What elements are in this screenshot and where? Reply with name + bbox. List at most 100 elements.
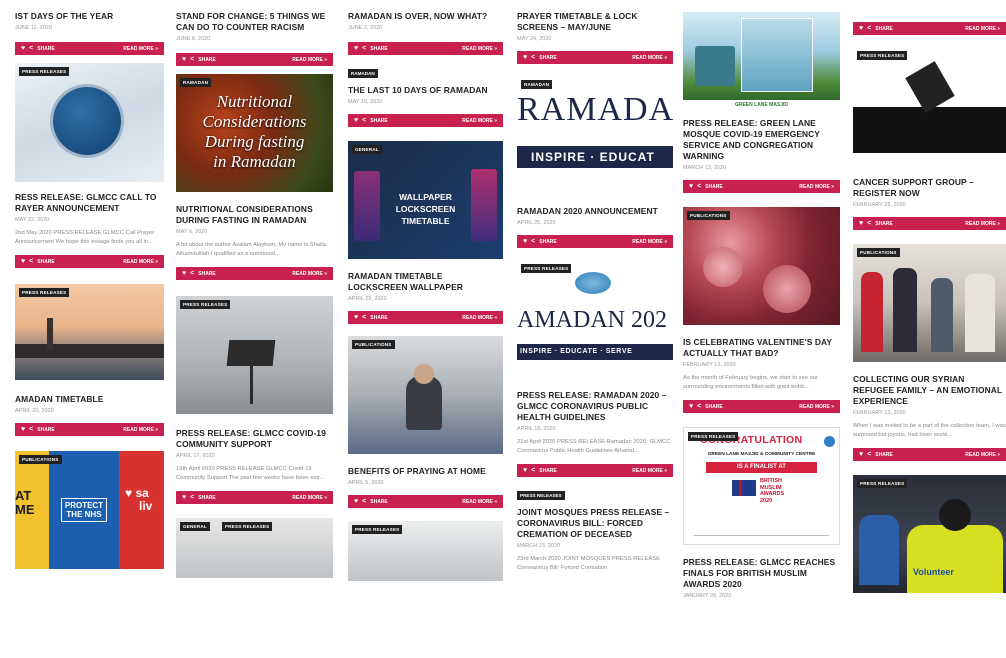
share-icon[interactable]: < bbox=[697, 183, 701, 190]
post-thumbnail[interactable]: RAMADAN RAMADA INSPIRE · EDUCAT bbox=[517, 76, 673, 194]
heart-icon[interactable]: ♥ bbox=[182, 56, 186, 63]
share-button[interactable]: SHARE bbox=[875, 26, 893, 32]
post-title[interactable]: THE LAST 10 DAYS OF RAMADAN bbox=[348, 85, 503, 96]
share-button[interactable]: SHARE bbox=[875, 221, 893, 227]
share-button[interactable]: SHARE bbox=[37, 259, 55, 265]
post-title[interactable]: STAND FOR CHANGE: 5 THINGS WE CAN DO TO … bbox=[176, 11, 333, 33]
post-title[interactable]: RAMADAN TIMETABLE LOCKSCREEN WALLPAPER bbox=[348, 271, 503, 293]
post-thumbnail[interactable]: PUBLICATIONS bbox=[683, 207, 840, 325]
heart-icon[interactable]: ♥ bbox=[354, 498, 358, 505]
category-badge[interactable]: PUBLICATIONS bbox=[19, 455, 62, 464]
share-button[interactable]: SHARE bbox=[705, 184, 723, 190]
heart-icon[interactable]: ♥ bbox=[21, 45, 25, 52]
post-title[interactable]: PRESS RELEASE: GLMCC REACHES FINALS FOR … bbox=[683, 557, 840, 590]
share-button[interactable]: SHARE bbox=[198, 495, 216, 501]
post-thumbnail[interactable]: GENERAL PRESS RELEASES bbox=[176, 518, 333, 578]
read-more-link[interactable]: READ MORE » bbox=[462, 315, 497, 321]
post-title[interactable]: IST DAYS OF THE YEAR bbox=[15, 11, 164, 22]
category-badge[interactable]: RAMADAN bbox=[521, 80, 553, 89]
share-icon[interactable]: < bbox=[697, 403, 701, 410]
post-thumbnail[interactable]: GENERAL WALLPAPER LOCKSCREEN TIMETABLE bbox=[348, 141, 503, 259]
category-badge[interactable]: PRESS RELEASES bbox=[517, 491, 565, 500]
post-thumbnail[interactable]: PRESS RELEASES bbox=[176, 296, 333, 414]
share-button[interactable]: SHARE bbox=[370, 46, 388, 52]
heart-icon[interactable]: ♥ bbox=[859, 220, 863, 227]
heart-icon[interactable]: ♥ bbox=[523, 467, 527, 474]
post-title[interactable]: IS CELEBRATING VALENTINE'S DAY ACTUALLY … bbox=[683, 337, 840, 359]
share-icon[interactable]: < bbox=[867, 220, 871, 227]
post-title[interactable]: PRESS RELEASE: RAMADAN 2020 – GLMCC CORO… bbox=[517, 390, 673, 423]
share-icon[interactable]: < bbox=[190, 56, 194, 63]
share-icon[interactable]: < bbox=[531, 54, 535, 61]
share-button[interactable]: SHARE bbox=[198, 57, 216, 63]
read-more-link[interactable]: READ MORE » bbox=[632, 468, 667, 474]
post-thumbnail[interactable] bbox=[683, 12, 840, 100]
share-button[interactable]: SHARE bbox=[875, 452, 893, 458]
post-thumbnail[interactable]: PRESS RELEASES AMADAN 202 INSPIRE · EDUC… bbox=[517, 260, 673, 378]
post-title[interactable]: BENEFITS OF PRAYING AT HOME bbox=[348, 466, 503, 477]
read-more-link[interactable]: READ MORE » bbox=[632, 55, 667, 61]
share-icon[interactable]: < bbox=[867, 25, 871, 32]
share-icon[interactable]: < bbox=[362, 498, 366, 505]
share-icon[interactable]: < bbox=[362, 117, 366, 124]
post-thumbnail[interactable]: PRESS RELEASES bbox=[348, 521, 503, 581]
read-more-link[interactable]: READ MORE » bbox=[292, 495, 327, 501]
read-more-link[interactable]: READ MORE » bbox=[965, 221, 1000, 227]
category-badge[interactable]: RAMADAN bbox=[180, 78, 212, 87]
post-title[interactable]: CANCER SUPPORT GROUP – REGISTER NOW bbox=[853, 177, 1006, 199]
post-thumbnail[interactable]: RAMADAN Nutritional Considerations Durin… bbox=[176, 74, 333, 192]
heart-icon[interactable]: ♥ bbox=[523, 238, 527, 245]
read-more-link[interactable]: READ MORE » bbox=[123, 46, 158, 52]
post-thumbnail[interactable]: PRESS RELEASES CONGRATULATION GREEN LANE… bbox=[683, 427, 840, 545]
share-button[interactable]: SHARE bbox=[539, 239, 557, 245]
category-badge[interactable]: PRESS RELEASES bbox=[857, 51, 908, 60]
category-badge[interactable]: PUBLICATIONS bbox=[352, 340, 395, 349]
read-more-link[interactable]: READ MORE » bbox=[123, 427, 158, 433]
share-icon[interactable]: < bbox=[531, 238, 535, 245]
read-more-link[interactable]: READ MORE » bbox=[799, 184, 834, 190]
read-more-link[interactable]: READ MORE » bbox=[965, 452, 1000, 458]
heart-icon[interactable]: ♥ bbox=[354, 45, 358, 52]
heart-icon[interactable]: ♥ bbox=[21, 426, 25, 433]
read-more-link[interactable]: READ MORE » bbox=[292, 271, 327, 277]
heart-icon[interactable]: ♥ bbox=[21, 258, 25, 265]
share-button[interactable]: SHARE bbox=[370, 118, 388, 124]
read-more-link[interactable]: READ MORE » bbox=[462, 46, 497, 52]
post-title[interactable]: PRAYER TIMETABLE & LOCK SCREENS – MAY/JU… bbox=[517, 11, 673, 33]
share-button[interactable]: SHARE bbox=[37, 427, 55, 433]
share-icon[interactable]: < bbox=[362, 45, 366, 52]
read-more-link[interactable]: READ MORE » bbox=[632, 239, 667, 245]
category-badge[interactable]: GENERAL bbox=[352, 145, 382, 154]
read-more-link[interactable]: READ MORE » bbox=[462, 499, 497, 505]
read-more-link[interactable]: READ MORE » bbox=[965, 26, 1000, 32]
post-thumbnail[interactable]: PRESS RELEASES bbox=[15, 63, 164, 182]
post-thumbnail[interactable]: PRESS RELEASES bbox=[15, 284, 164, 380]
category-badge[interactable]: PRESS RELEASES bbox=[222, 522, 273, 531]
category-badge[interactable]: GENERAL bbox=[180, 522, 210, 531]
post-thumbnail[interactable]: PUBLICATIONS bbox=[853, 244, 1006, 362]
heart-icon[interactable]: ♥ bbox=[859, 451, 863, 458]
share-icon[interactable]: < bbox=[531, 467, 535, 474]
heart-icon[interactable]: ♥ bbox=[689, 183, 693, 190]
heart-icon[interactable]: ♥ bbox=[182, 494, 186, 501]
share-button[interactable]: SHARE bbox=[539, 55, 557, 61]
share-icon[interactable]: < bbox=[867, 451, 871, 458]
category-badge[interactable]: RAMADAN bbox=[348, 69, 378, 78]
heart-icon[interactable]: ♥ bbox=[354, 117, 358, 124]
post-title[interactable]: PRESS RELEASE: GLMCC COVID-19 COMMUNITY … bbox=[176, 428, 333, 450]
share-icon[interactable]: < bbox=[190, 494, 194, 501]
heart-icon[interactable]: ♥ bbox=[182, 270, 186, 277]
post-title[interactable]: RAMADAN IS OVER, NOW WHAT? bbox=[348, 11, 503, 22]
category-badge[interactable]: PRESS RELEASES bbox=[688, 432, 739, 441]
category-badge[interactable]: PRESS RELEASES bbox=[19, 67, 70, 76]
share-button[interactable]: SHARE bbox=[198, 271, 216, 277]
read-more-link[interactable]: READ MORE » bbox=[799, 404, 834, 410]
post-title[interactable]: RESS RELEASE: GLMCC CALL TO RAYER ANNOUN… bbox=[15, 192, 164, 214]
category-badge[interactable]: PRESS RELEASES bbox=[19, 288, 70, 297]
category-badge[interactable]: PRESS RELEASES bbox=[521, 264, 572, 273]
post-thumbnail[interactable]: PUBLICATIONS AT ME PROTECT THE NHS ♥ sa … bbox=[15, 451, 164, 569]
post-title[interactable]: RAMADAN 2020 ANNOUNCEMENT bbox=[517, 206, 673, 217]
post-title[interactable]: AMADAN TIMETABLE bbox=[15, 394, 164, 405]
category-badge[interactable]: PUBLICATIONS bbox=[687, 211, 730, 220]
share-button[interactable]: SHARE bbox=[37, 46, 55, 52]
